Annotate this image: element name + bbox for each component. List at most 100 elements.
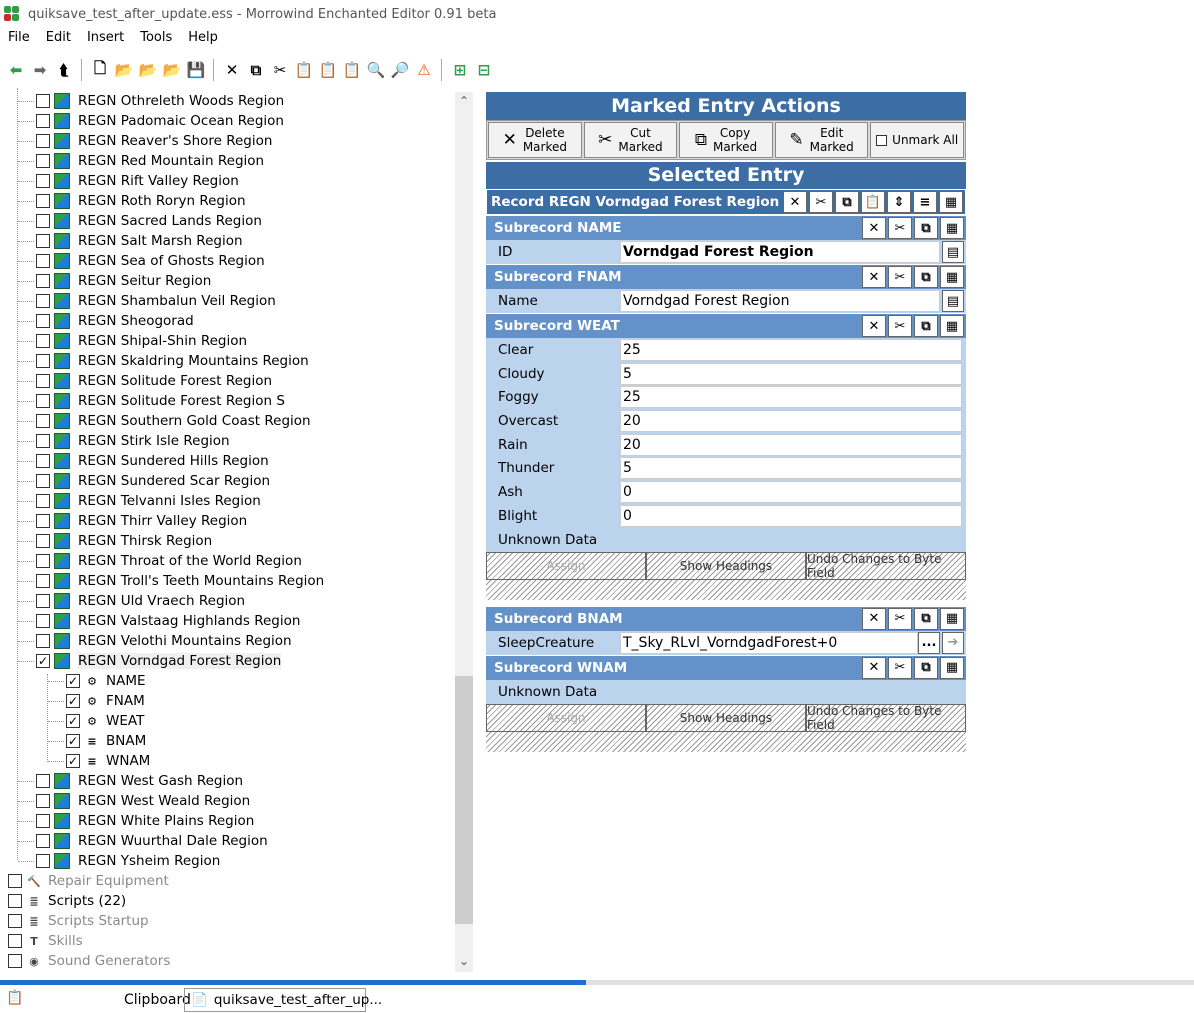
undo-byte-changes-button[interactable]: Undo Changes to Byte Field <box>806 551 966 580</box>
wnam-show-headings-button[interactable]: Show Headings <box>646 703 806 732</box>
sort-icon[interactable]: ≡ <box>913 191 937 213</box>
collapse-tree-icon[interactable]: ⊟ <box>473 59 495 81</box>
hex-view-icon[interactable]: ▦ <box>940 656 964 679</box>
mark-checkbox[interactable] <box>36 434 50 448</box>
cut-icon[interactable]: ✂ <box>269 59 291 81</box>
tree-item-region[interactable]: REGN Shambalun Veil Region <box>36 291 276 311</box>
copy-icon[interactable]: ⧉ <box>835 191 859 213</box>
tree-item-region[interactable]: REGN Troll's Teeth Mountains Region <box>36 571 324 591</box>
mark-checkbox[interactable]: ✓ <box>66 714 80 728</box>
hex-view-icon[interactable]: ▦ <box>940 266 964 288</box>
mark-checkbox[interactable] <box>8 894 22 908</box>
mark-checkbox[interactable] <box>36 534 50 548</box>
copy-marked-button[interactable]: ⧉ Copy Marked <box>679 122 773 158</box>
copy-icon[interactable]: ⧉ <box>914 607 938 630</box>
tree-item-subrecord[interactable]: ✓ ⚙ WEAT <box>66 711 144 731</box>
tree-item-region[interactable]: REGN Padomaic Ocean Region <box>36 111 284 131</box>
mark-checkbox[interactable] <box>36 194 50 208</box>
tree-item-region[interactable]: REGN Skaldring Mountains Region <box>36 351 309 371</box>
delete-icon[interactable]: ✕ <box>862 217 886 239</box>
mark-checkbox[interactable] <box>36 854 50 868</box>
mark-checkbox[interactable] <box>36 154 50 168</box>
copy-icon[interactable]: ⧉ <box>245 59 267 81</box>
tree-item-region[interactable]: REGN Uld Vraech Region <box>36 591 245 611</box>
cut-icon[interactable]: ✂ <box>888 315 912 337</box>
tree-item-region[interactable]: REGN Thirr Valley Region <box>36 511 247 531</box>
mark-checkbox[interactable] <box>36 294 50 308</box>
hex-view-icon[interactable]: ▦ <box>940 607 964 630</box>
delete-icon[interactable]: ✕ <box>783 191 807 213</box>
tree-item-region[interactable]: REGN West Gash Region <box>36 771 243 791</box>
tree-category[interactable]: 🔨 Repair Equipment <box>8 871 169 891</box>
mark-checkbox[interactable] <box>36 214 50 228</box>
tree-item-subrecord[interactable]: ✓ ⚙ NAME <box>66 671 146 691</box>
tree-item-region[interactable]: REGN Sheogorad <box>36 311 194 331</box>
mark-checkbox[interactable] <box>36 574 50 588</box>
mark-checkbox[interactable] <box>36 554 50 568</box>
menu-insert[interactable]: Insert <box>79 30 132 52</box>
delete-icon[interactable]: ✕ <box>862 266 886 288</box>
mark-checkbox[interactable] <box>8 934 22 948</box>
id-input[interactable]: Vorndgad Forest Region <box>620 241 940 263</box>
mark-checkbox[interactable] <box>36 354 50 368</box>
weather-input[interactable]: 25 <box>620 386 962 409</box>
mark-checkbox[interactable] <box>8 914 22 928</box>
mark-checkbox[interactable] <box>36 594 50 608</box>
tree-item-region[interactable]: REGN Solitude Forest Region S <box>36 391 285 411</box>
unmark-all-checkbox[interactable]: Unmark All <box>870 122 964 158</box>
tree-item-region[interactable]: REGN Wuurthal Dale Region <box>36 831 268 851</box>
tree-item-subrecord[interactable]: ✓ ≡ BNAM <box>66 731 146 751</box>
show-headings-button[interactable]: Show Headings <box>646 551 806 580</box>
tree-item-region[interactable]: REGN Sacred Lands Region <box>36 211 262 231</box>
tree-category[interactable]: ≣ Scripts (22) <box>8 891 126 911</box>
tree-item-region[interactable]: REGN Thirsk Region <box>36 531 212 551</box>
mark-checkbox[interactable]: ✓ <box>66 754 80 768</box>
save-icon[interactable]: 💾 <box>185 59 207 81</box>
mark-checkbox[interactable] <box>36 634 50 648</box>
back-icon[interactable]: ⬅ <box>5 59 27 81</box>
scroll-up-icon[interactable]: ⌃ <box>455 94 473 110</box>
tree-item-region[interactable]: REGN Seitur Region <box>36 271 211 291</box>
hex-view-icon[interactable]: ▦ <box>940 217 964 239</box>
copy-icon[interactable]: ⧉ <box>914 315 938 337</box>
menu-file[interactable]: File <box>0 30 38 52</box>
tree-item-region[interactable]: REGN Ysheim Region <box>36 851 220 871</box>
tree-item-region[interactable]: REGN Stirk Isle Region <box>36 431 230 451</box>
find-replace-icon[interactable]: 🔎 <box>389 59 411 81</box>
tree-scroll-thumb[interactable] <box>455 676 473 924</box>
menu-edit[interactable]: Edit <box>38 30 79 52</box>
mark-checkbox[interactable] <box>36 234 50 248</box>
tree-item-region[interactable]: REGN Valstaag Highlands Region <box>36 611 300 631</box>
menu-help[interactable]: Help <box>180 30 226 52</box>
mark-checkbox[interactable] <box>36 794 50 808</box>
copy-icon[interactable]: ⧉ <box>914 217 938 239</box>
tree-item-region[interactable]: REGN West Weald Region <box>36 791 250 811</box>
mark-checkbox[interactable] <box>36 374 50 388</box>
unmark-all-box[interactable] <box>876 134 888 146</box>
open-savegame-icon[interactable]: 📂 <box>161 59 183 81</box>
sleep-creature-input[interactable]: T_Sky_RLvl_VorndgadForest+0 <box>620 631 918 654</box>
clipboard-tab[interactable]: Clipboard <box>124 992 191 1008</box>
mark-checkbox[interactable]: ✓ <box>66 674 80 688</box>
mark-checkbox[interactable] <box>8 954 22 968</box>
weather-input[interactable]: 20 <box>620 433 962 456</box>
mark-checkbox[interactable] <box>8 874 22 888</box>
tree-item-subrecord[interactable]: ✓ ⚙ FNAM <box>66 691 145 711</box>
tree-category[interactable]: ≣ Scripts Startup <box>8 911 149 931</box>
id-edit-icon[interactable]: ▤ <box>942 241 964 263</box>
mark-checkbox[interactable] <box>36 254 50 268</box>
open-plugin-icon[interactable]: 📂 <box>137 59 159 81</box>
tree-item-region[interactable]: REGN White Plains Region <box>36 811 254 831</box>
mark-checkbox[interactable] <box>36 834 50 848</box>
tree-item-region[interactable]: REGN Red Mountain Region <box>36 151 264 171</box>
tree-item-region[interactable]: REGN Southern Gold Coast Region <box>36 411 311 431</box>
paste-icon[interactable]: 📋 <box>293 59 315 81</box>
tree-item-region-selected[interactable]: ✓ REGN Vorndgad Forest Region <box>36 651 282 671</box>
open-folder-icon[interactable]: 📂 <box>113 59 135 81</box>
tree-item-subrecord[interactable]: ✓ ≡ WNAM <box>66 751 150 771</box>
weather-input[interactable]: 0 <box>620 480 962 503</box>
browse-button[interactable]: ... <box>918 631 940 654</box>
tree-item-region[interactable]: REGN Solitude Forest Region <box>36 371 272 391</box>
paste-icon[interactable]: 📋 <box>861 191 885 213</box>
mark-checkbox[interactable] <box>36 454 50 468</box>
